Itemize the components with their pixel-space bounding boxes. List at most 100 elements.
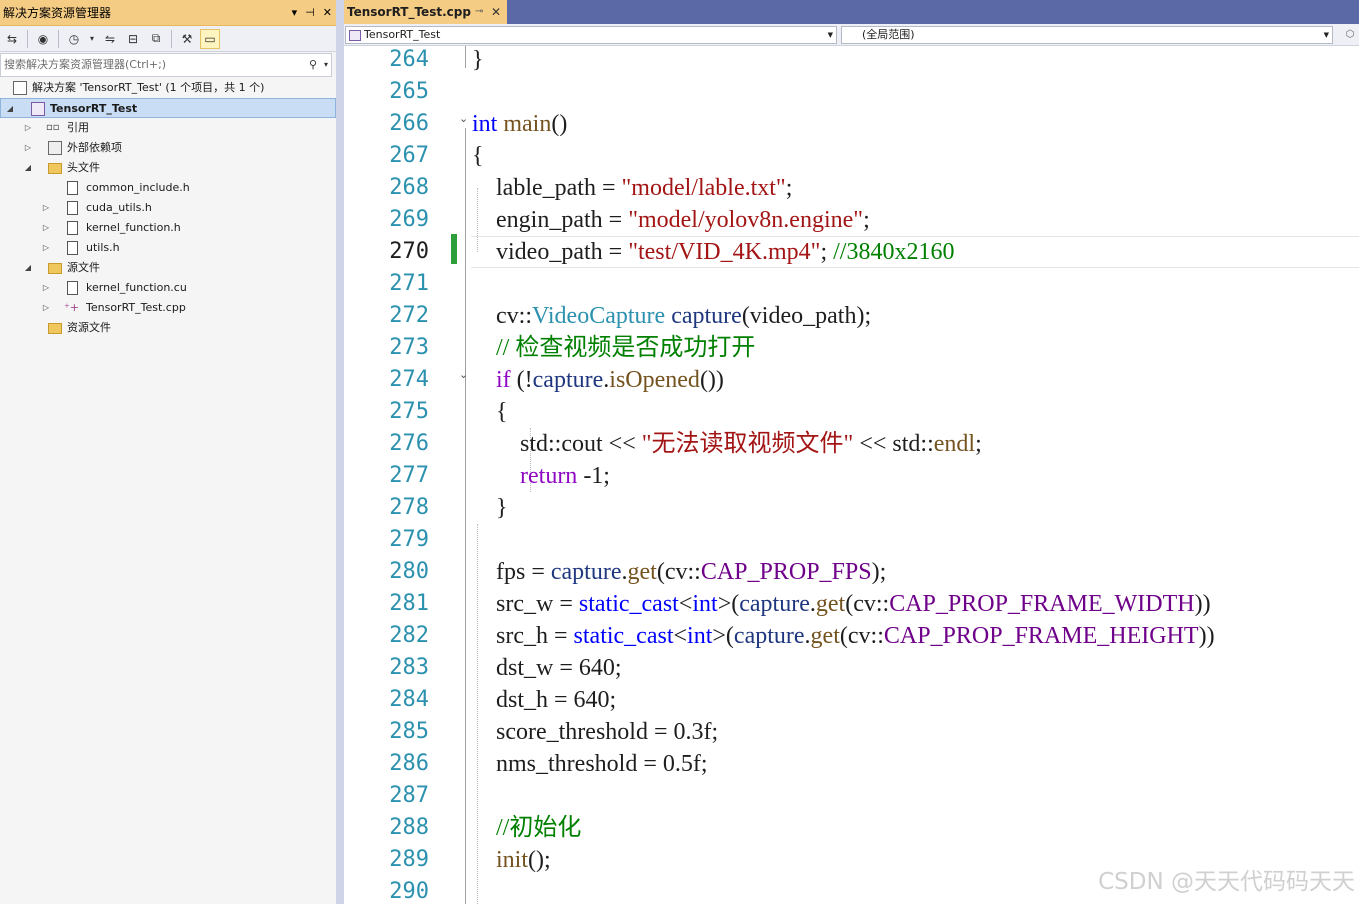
line-number: 266	[389, 111, 429, 136]
expanded-arrow-icon[interactable]: ◢	[22, 158, 34, 178]
code-line[interactable]: 264}	[344, 44, 1359, 76]
collapsed-arrow-icon[interactable]: ▷	[22, 138, 34, 158]
code-content: src_h = static_cast<int>(capture.get(cv:…	[472, 620, 1215, 652]
code-line[interactable]: 278 }	[344, 492, 1359, 524]
dropdown-arrow-icon[interactable]: ▾	[87, 29, 97, 49]
switch-views-icon[interactable]: ◉	[33, 29, 53, 49]
code-content: {	[472, 140, 484, 172]
code-line[interactable]: 266 int main()	[344, 108, 1359, 140]
collapsed-arrow-icon[interactable]: ▷	[40, 238, 52, 258]
scope-dropdown[interactable]: (全局范围) ▼	[841, 26, 1333, 44]
tree-item-resource-files[interactable]: 资源文件	[0, 318, 336, 338]
expanded-arrow-icon[interactable]: ◢	[22, 258, 34, 278]
preview-selected-icon[interactable]: ▭	[200, 28, 220, 49]
search-options-chevron-icon[interactable]: ▾	[324, 54, 328, 76]
expanded-arrow-icon[interactable]: ◢	[4, 99, 16, 119]
sync-active-doc-icon[interactable]: ⇋	[100, 29, 120, 49]
panel-splitter[interactable]	[336, 0, 344, 904]
tree-item-external-deps[interactable]: ▷ 外部依赖项	[0, 138, 336, 158]
code-token: );	[871, 559, 887, 585]
collapsed-arrow-icon[interactable]: ▷	[40, 278, 52, 298]
code-line[interactable]: 284 dst_h = 640;	[344, 684, 1359, 716]
tree-item-solution[interactable]: 解决方案 'TensorRT_Test' (1 个项目，共 1 个)	[0, 78, 336, 98]
code-line[interactable]: 265	[344, 76, 1359, 108]
code-line[interactable]: 275 {	[344, 396, 1359, 428]
project-icon	[31, 102, 45, 116]
code-token: (cv::	[845, 591, 890, 617]
project-icon	[349, 29, 361, 41]
code-token: src_h =	[472, 623, 574, 649]
code-line[interactable]: 285 score_threshold = 0.3f;	[344, 716, 1359, 748]
code-line[interactable]: 270 video_path = "test/VID_4K.mp4"; //38…	[344, 236, 1359, 268]
code-line[interactable]: 280 fps = capture.get(cv::CAP_PROP_FPS);	[344, 556, 1359, 588]
collapse-all-icon[interactable]: ⊟	[123, 29, 143, 49]
solution-search-input[interactable]: 搜索解决方案资源管理器(Ctrl+;) ⚲ ▾	[0, 53, 332, 77]
tree-item-label: TensorRT_Test.cpp	[86, 301, 186, 314]
line-number: 277	[389, 463, 429, 488]
code-token: capture	[671, 303, 742, 329]
code-line[interactable]: 276 std::cout << "无法读取视频文件" << std::endl…	[344, 428, 1359, 460]
properties-wrench-icon[interactable]: ⚒	[177, 29, 197, 49]
external-deps-icon	[48, 141, 62, 155]
code-line[interactable]: 271	[344, 268, 1359, 300]
tree-item-source-files[interactable]: ◢ 源文件	[0, 258, 336, 278]
code-line[interactable]: 269 engin_path = "model/yolov8n.engine";	[344, 204, 1359, 236]
collapsed-arrow-icon[interactable]: ▷	[40, 298, 52, 318]
code-line[interactable]: 273 // 检查视频是否成功打开	[344, 332, 1359, 364]
line-number: 265	[389, 79, 429, 104]
pending-changes-icon[interactable]: ◷	[64, 29, 84, 49]
code-line[interactable]: 272 cv::VideoCapture capture(video_path)…	[344, 300, 1359, 332]
collapsed-arrow-icon[interactable]: ▷	[40, 218, 52, 238]
code-line[interactable]: 287	[344, 780, 1359, 812]
tree-item-label: TensorRT_Test	[50, 102, 138, 115]
tree-item-file[interactable]: ▷ ⁺+ TensorRT_Test.cpp	[0, 298, 336, 318]
code-line[interactable]: 288 //初始化	[344, 812, 1359, 844]
panel-close-button[interactable]: ✕	[323, 0, 332, 26]
tree-item-file[interactable]: ▷ cuda_utils.h	[0, 198, 336, 218]
tree-item-file[interactable]: ▷ kernel_function.cu	[0, 278, 336, 298]
collapsed-arrow-icon[interactable]: ▷	[40, 198, 52, 218]
code-line[interactable]: 286 nms_threshold = 0.5f;	[344, 748, 1359, 780]
tree-item-header-files[interactable]: ◢ 头文件	[0, 158, 336, 178]
collapsed-arrow-icon[interactable]: ▷	[22, 118, 34, 138]
member-icon[interactable]: ⬡	[1343, 26, 1357, 44]
code-token: }	[472, 495, 508, 521]
code-line[interactable]: 282 src_h = static_cast<int>(capture.get…	[344, 620, 1359, 652]
project-dropdown[interactable]: TensorRT_Test ▼	[345, 26, 837, 44]
code-line[interactable]: 267 {	[344, 140, 1359, 172]
code-content: if (!capture.isOpened())	[472, 364, 724, 396]
code-token: ;	[863, 207, 870, 233]
code-line[interactable]: 277 return -1;	[344, 460, 1359, 492]
show-all-files-icon[interactable]: ⧉	[146, 29, 166, 49]
code-token: CAP_PROP_FPS	[700, 559, 872, 585]
code-line[interactable]: 268 lable_path = "model/lable.txt";	[344, 172, 1359, 204]
panel-options-button[interactable]: ▾	[292, 0, 298, 26]
tree-item-project[interactable]: ◢ TensorRT_Test	[0, 98, 336, 118]
code-token: {	[472, 143, 484, 169]
sync-icon[interactable]: ⇆	[2, 29, 22, 49]
code-content: engin_path = "model/yolov8n.engine";	[472, 204, 870, 236]
search-icon[interactable]: ⚲	[309, 54, 317, 76]
code-line[interactable]: 274 if (!capture.isOpened())	[344, 364, 1359, 396]
tree-item-file[interactable]: ▷ kernel_function.h	[0, 218, 336, 238]
code-line[interactable]: 279	[344, 524, 1359, 556]
tree-item-label: 资源文件	[67, 321, 111, 334]
close-icon[interactable]: ✕	[491, 0, 501, 24]
code-text-area[interactable]: ⌄ ⌄ 264} 265 266 int main() 267{268 lable_pa…	[344, 46, 1359, 904]
code-content: }	[472, 492, 508, 524]
code-line[interactable]: 281 src_w = static_cast<int>(capture.get…	[344, 588, 1359, 620]
code-token: capture	[739, 591, 810, 617]
tree-item-references[interactable]: ▷ ▫▫ 引用	[0, 118, 336, 138]
tree-item-file[interactable]: ▷ utils.h	[0, 238, 336, 258]
code-content: cv::VideoCapture capture(video_path);	[472, 300, 871, 332]
code-line[interactable]: 283 dst_w = 640;	[344, 652, 1359, 684]
tree-item-file[interactable]: common_include.h	[0, 178, 336, 198]
scope-dropdown-value: (全局范围)	[862, 28, 915, 41]
code-token: "model/yolov8n.engine"	[628, 207, 864, 233]
panel-pin-button[interactable]: ⊣	[305, 0, 315, 26]
pin-icon[interactable]: ⊸	[475, 0, 483, 24]
csdn-watermark: CSDN @天天代码码天天	[1098, 869, 1355, 895]
tab-tensorrt-test-cpp[interactable]: TensorRT_Test.cpp ⊸ ✕	[344, 0, 507, 24]
line-number: 272	[389, 303, 429, 328]
code-token: get	[815, 591, 846, 617]
